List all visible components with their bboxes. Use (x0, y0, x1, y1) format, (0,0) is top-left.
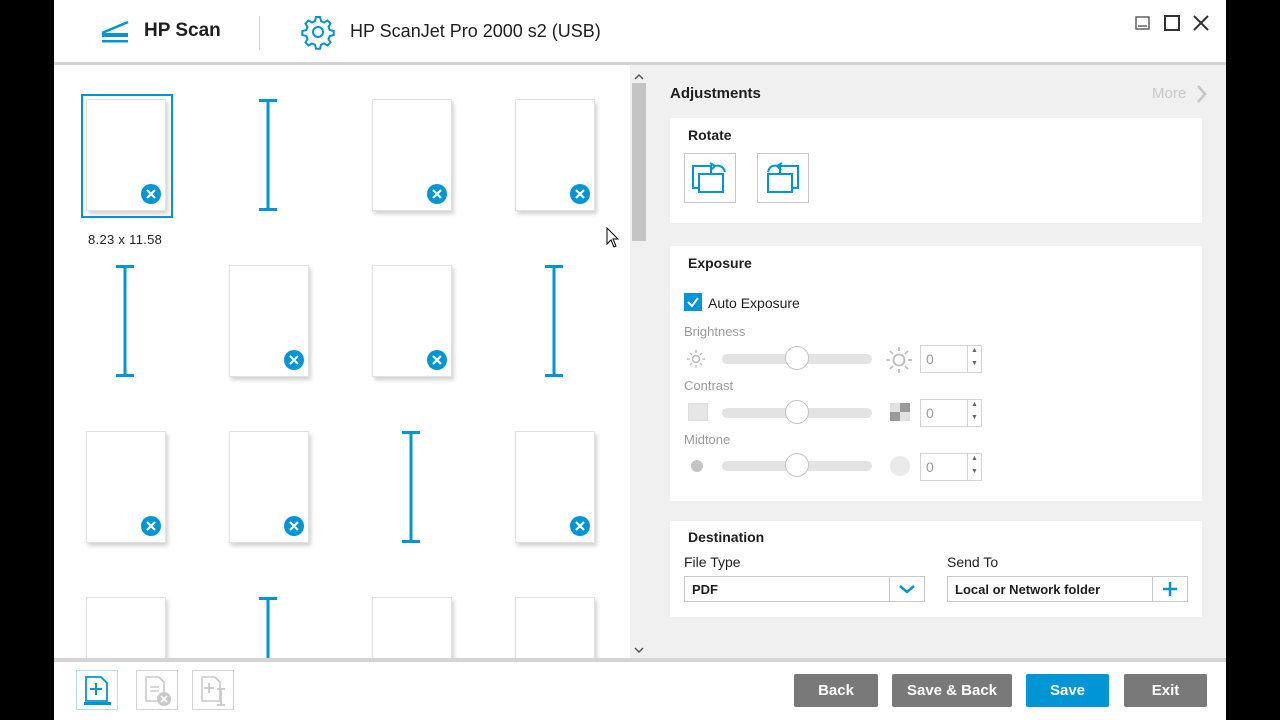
delete-page-button[interactable] (136, 670, 178, 710)
destination-title: Destination (688, 529, 765, 545)
title-divider (259, 16, 260, 50)
device-name: HP ScanJet Pro 2000 s2 (USB) (350, 21, 601, 41)
brightness-label: Brightness (684, 324, 746, 339)
page-separator-marker[interactable] (115, 265, 135, 382)
destination-section: Destination File Type PDF Send To Local … (670, 521, 1202, 617)
contrast-high-icon (889, 402, 911, 427)
brightness-stepper-arrows[interactable]: ▲ ▼ (967, 346, 981, 372)
page-thumbnail[interactable] (229, 265, 309, 377)
contrast-value[interactable]: 0 (926, 405, 934, 421)
page-separator-marker[interactable] (258, 99, 278, 216)
maximize-icon[interactable] (1159, 10, 1185, 36)
midtone-light-icon (890, 456, 910, 476)
minimize-icon[interactable] (1130, 10, 1156, 36)
app-title: HP Scan (144, 20, 221, 41)
delete-page-icon[interactable] (284, 516, 304, 536)
contrast-stepper-arrows[interactable]: ▲ ▼ (967, 400, 981, 426)
adjustments-title: Adjustments (670, 85, 761, 102)
page-thumbnail[interactable] (372, 597, 452, 658)
auto-exposure-checkbox[interactable] (684, 293, 702, 311)
save-and-back-button[interactable]: Save & Back (892, 674, 1012, 707)
insert-separator-icon (193, 676, 233, 713)
brightness-high-icon (885, 346, 913, 379)
delete-page-icon[interactable] (570, 516, 590, 536)
bottom-toolbar: Back Save & Back Save Exit (54, 662, 1226, 720)
contrast-low-icon (688, 403, 708, 421)
contrast-label: Contrast (684, 378, 734, 393)
mouse-pointer-icon (606, 226, 620, 254)
insert-separator-button[interactable] (192, 670, 234, 710)
contrast-stepper[interactable]: 0 ▲ ▼ (920, 399, 982, 427)
page-thumbnail[interactable] (229, 431, 309, 543)
page-separator-marker[interactable] (544, 265, 564, 382)
delete-page-icon[interactable] (284, 350, 304, 370)
brightness-slider-knob[interactable] (785, 346, 809, 370)
brightness-slider[interactable] (722, 346, 872, 370)
selected-page-dimensions: 8.23 x 11.58 (88, 232, 163, 247)
add-page-icon (77, 676, 117, 713)
page-thumbnail[interactable] (86, 597, 166, 658)
exposure-section: Exposure Auto Exposure Brightness 0 ▲ ▼ C… (670, 246, 1202, 501)
delete-page-icon (137, 676, 177, 713)
selected-page-frame (81, 94, 173, 218)
gear-icon[interactable] (300, 14, 336, 50)
midtone-label: Midtone (684, 432, 731, 447)
page-separator-marker[interactable] (258, 597, 278, 658)
page-thumbnail[interactable] (372, 265, 452, 377)
title-bar: HP Scan HP ScanJet Pro 2000 s2 (USB) (54, 0, 1226, 62)
rotate-left-button[interactable] (684, 153, 736, 203)
contrast-slider-knob[interactable] (785, 400, 809, 424)
scrollbar-thumb[interactable] (632, 83, 646, 241)
page-thumbnail[interactable] (515, 431, 595, 543)
scroll-down-arrow[interactable] (634, 642, 644, 654)
exposure-title: Exposure (688, 255, 752, 271)
scroll-up-arrow[interactable] (634, 69, 644, 80)
more-link[interactable]: More (1152, 85, 1186, 102)
hp-scan-window: HP Scan HP ScanJet Pro 2000 s2 (USB) 8.2… (54, 0, 1226, 720)
send-to-label: Send To (947, 554, 999, 570)
page-separator-marker[interactable] (401, 431, 421, 548)
brightness-stepper[interactable]: 0 ▲ ▼ (920, 345, 982, 373)
auto-exposure-label[interactable]: Auto Exposure (708, 295, 800, 311)
page-thumbnail[interactable] (372, 99, 452, 211)
page-thumbnail[interactable] (86, 431, 166, 543)
brightness-low-icon (686, 349, 706, 374)
rotate-left-icon (685, 162, 735, 206)
midtone-slider[interactable] (722, 453, 872, 477)
delete-page-icon[interactable] (427, 184, 447, 204)
delete-page-icon[interactable] (141, 516, 161, 536)
rotate-section: Rotate (670, 118, 1202, 223)
midtone-slider-knob[interactable] (785, 453, 809, 477)
file-type-value[interactable]: PDF (692, 582, 718, 597)
midtone-value[interactable]: 0 (926, 459, 934, 475)
delete-page-icon[interactable] (427, 350, 447, 370)
chevron-right-icon[interactable] (1196, 84, 1208, 109)
exit-button[interactable]: Exit (1124, 674, 1207, 707)
file-type-select[interactable]: PDF (684, 576, 925, 602)
close-icon[interactable] (1188, 10, 1214, 36)
back-button[interactable]: Back (794, 674, 878, 707)
delete-page-icon[interactable] (570, 184, 590, 204)
midtone-dark-icon (691, 460, 703, 472)
send-to-select[interactable]: Local or Network folder (947, 576, 1188, 602)
midtone-stepper-arrows[interactable]: ▲ ▼ (967, 454, 981, 480)
rotate-right-icon (758, 162, 808, 206)
save-button[interactable]: Save (1026, 674, 1109, 707)
chevron-down-icon[interactable] (889, 577, 924, 601)
plus-icon[interactable] (1152, 577, 1187, 601)
scanner-icon (98, 18, 132, 44)
rotate-right-button[interactable] (757, 153, 809, 203)
brightness-value[interactable]: 0 (926, 351, 934, 367)
file-type-label: File Type (684, 554, 741, 570)
midtone-stepper[interactable]: 0 ▲ ▼ (920, 453, 982, 481)
thumbnail-scrollbar[interactable] (630, 65, 648, 658)
send-to-value[interactable]: Local or Network folder (955, 582, 1100, 597)
page-thumbnail-area[interactable]: 8.23 x 11.58 (54, 65, 630, 658)
page-thumbnail[interactable] (515, 99, 595, 211)
add-page-button[interactable] (76, 670, 118, 710)
contrast-slider[interactable] (722, 400, 872, 424)
rotate-title: Rotate (688, 127, 732, 143)
page-thumbnail[interactable] (515, 597, 595, 658)
adjustments-panel: Adjustments More Rotate Exposure Auto Ex… (648, 65, 1226, 658)
